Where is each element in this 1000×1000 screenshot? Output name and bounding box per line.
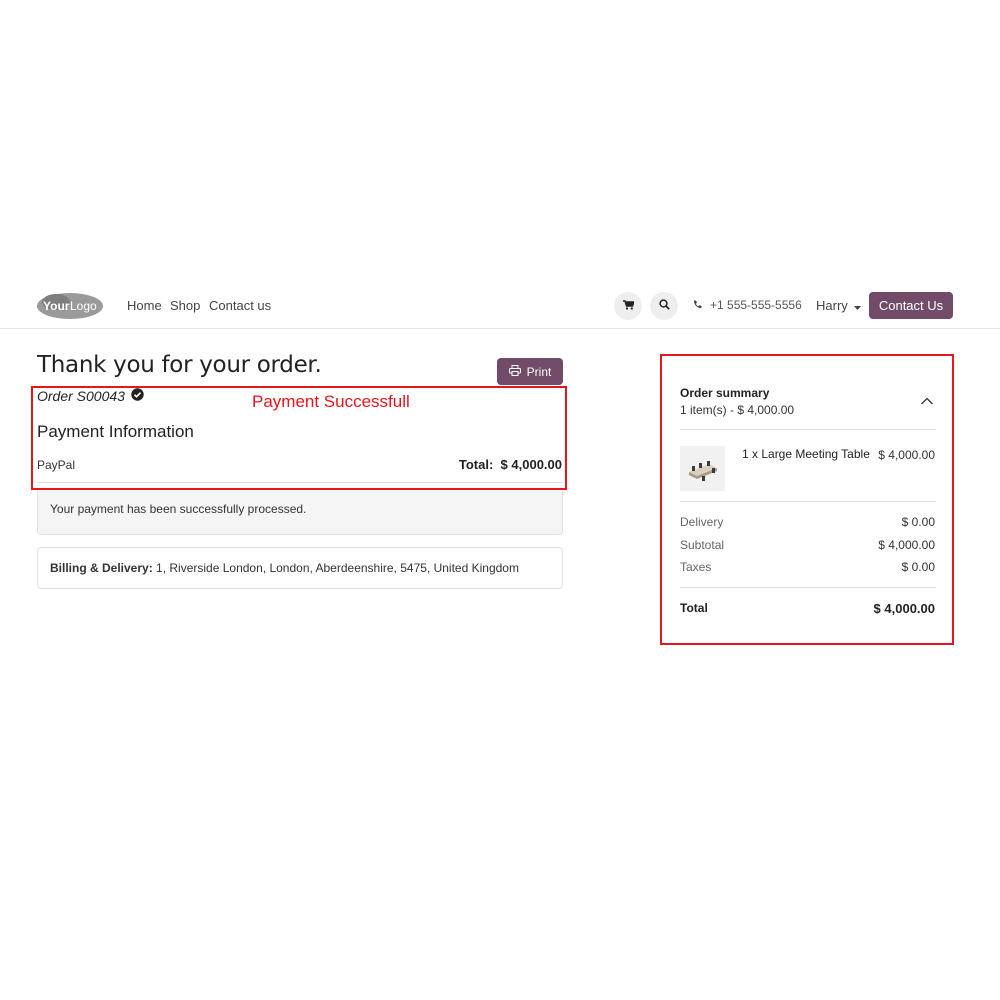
site-header: Your Logo Home Shop Contact us +1 555-55… — [0, 284, 1000, 329]
billing-address: 1, Riverside London, London, Aberdeenshi… — [156, 561, 519, 575]
search-button[interactable] — [650, 292, 678, 320]
product-image — [680, 446, 725, 491]
summary-divider — [680, 429, 936, 430]
nav-home[interactable]: Home — [127, 298, 162, 313]
svg-text:Your: Your — [43, 299, 70, 313]
cart-icon — [622, 297, 635, 315]
search-icon — [658, 297, 670, 315]
phone-number: +1 555-555-5556 — [710, 298, 802, 312]
print-button[interactable]: Print — [497, 358, 563, 385]
payment-method: PayPal — [37, 458, 76, 472]
nav-shop[interactable]: Shop — [170, 298, 200, 313]
caret-down-icon — [853, 298, 861, 313]
order-number: Order S00043 — [37, 388, 125, 404]
summary-divider — [680, 587, 936, 588]
check-circle-icon — [131, 388, 144, 404]
cart-button[interactable] — [614, 292, 642, 320]
order-reference: Order S00043 — [37, 388, 144, 404]
billing-label: Billing & Delivery: — [50, 561, 153, 575]
nav-contact[interactable]: Contact us — [209, 298, 271, 313]
printer-icon — [508, 364, 521, 379]
product-name: 1 x Large Meeting Table — [742, 447, 870, 461]
contact-us-button[interactable]: Contact Us — [869, 292, 953, 319]
site-logo[interactable]: Your Logo — [36, 291, 104, 321]
summary-total-value: $ 4,000.00 — [873, 601, 935, 616]
user-menu[interactable]: Harry — [816, 298, 861, 313]
payment-total-value: $ 4,000.00 — [500, 457, 562, 472]
phone-icon — [693, 298, 702, 312]
payment-total-label: Total: — [458, 457, 494, 472]
billing-delivery-card: Billing & Delivery: 1, Riverside London,… — [37, 547, 563, 589]
page: Your Logo Home Shop Contact us +1 555-55… — [0, 0, 1000, 1000]
taxes-value: $ 0.00 — [901, 560, 935, 574]
delivery-value: $ 0.00 — [901, 515, 935, 529]
payment-annotation: Payment Successfull — [252, 392, 410, 411]
payment-success-alert: Your payment has been successfully proce… — [37, 491, 563, 535]
phone-link[interactable]: +1 555-555-5556 — [693, 298, 802, 312]
payment-info-heading: Payment Information — [37, 422, 194, 441]
subtotal-value: $ 4,000.00 — [878, 538, 935, 552]
taxes-label: Taxes — [680, 560, 712, 574]
payment-divider — [37, 482, 563, 483]
user-name: Harry — [816, 298, 848, 313]
delivery-label: Delivery — [680, 515, 724, 529]
print-label: Print — [526, 364, 552, 379]
order-summary-title: Order summary — [680, 386, 770, 400]
summary-divider — [680, 501, 936, 502]
product-price: $ 4,000.00 — [878, 448, 935, 462]
payment-total: Total: $ 4,000.00 — [459, 457, 562, 472]
chevron-up-icon[interactable] — [919, 394, 935, 408]
subtotal-label: Subtotal — [680, 538, 725, 552]
page-title: Thank you for your order. — [37, 352, 322, 378]
svg-text:Logo: Logo — [70, 299, 97, 313]
summary-total-label: Total — [680, 601, 708, 615]
order-summary-count: 1 item(s) - $ 4,000.00 — [680, 403, 795, 417]
